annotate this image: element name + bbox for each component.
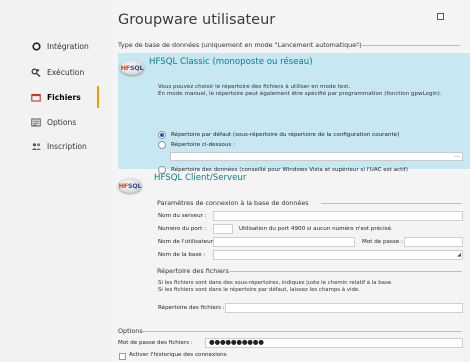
password-label: Mot de passe : — [362, 239, 403, 245]
hfsql-client-server-title[interactable]: HFSQL Client/Serveur — [154, 173, 246, 183]
files-password-label: Mot de passe des fichiers : — [118, 340, 193, 346]
files-directory-input[interactable] — [225, 303, 463, 313]
page-title: Groupware utilisateur — [118, 12, 276, 28]
files-help-text: Si les fichiers sont dans des sous-réper… — [158, 280, 393, 293]
sidebar-item-label: Intégration — [47, 41, 89, 51]
port-label: Numéro du port : — [158, 226, 207, 232]
db-type-label: Type de base de données (uniquement en m… — [118, 41, 362, 49]
gear-run-icon — [30, 67, 42, 77]
connection-params-header: Paramètres de connexion à la base de don… — [157, 199, 309, 207]
user-name-label: Nom de l'utilisateur : — [158, 239, 217, 245]
connection-params-divider — [321, 203, 462, 204]
server-name-input[interactable] — [213, 211, 463, 221]
sidebar-item-options[interactable]: Options — [30, 114, 76, 130]
sidebar-item-inscription[interactable]: Inscription — [30, 138, 87, 154]
options-icon — [30, 118, 42, 127]
database-name-label: Nom de la base : — [158, 252, 206, 258]
radio-custom-directory[interactable]: Répertoire ci-dessous : — [158, 141, 235, 149]
hfsql-classic-panel: HF SQL HFSQL Classic (monoposte ou réseau… — [118, 53, 470, 174]
options-header: Options — [118, 327, 143, 335]
files-password-input[interactable]: ●●●●●●●●●● — [205, 338, 463, 348]
files-directory-label: Répertoire des fichiers : — [158, 305, 225, 311]
directory-path-input[interactable]: ... — [170, 152, 463, 161]
history-checkbox[interactable] — [119, 353, 126, 360]
sidebar-item-label: Options — [47, 117, 77, 127]
radio-button[interactable] — [158, 141, 166, 149]
options-divider — [142, 331, 462, 332]
close-button[interactable] — [437, 13, 444, 20]
radio-default-directory[interactable]: Répertoire par défaut (sous-répertoire d… — [158, 131, 399, 139]
database-name-combo[interactable]: ◢ — [213, 250, 463, 260]
user-name-input[interactable] — [213, 237, 355, 247]
sidebar-item-fichiers[interactable]: Fichiers — [30, 89, 81, 105]
radio-button[interactable] — [158, 131, 166, 139]
sidebar-item-label: Inscription — [47, 141, 87, 151]
active-indicator — [97, 86, 99, 108]
files-directory-header: Répertoire des fichiers — [157, 267, 229, 275]
sidebar-item-integration[interactable]: Intégration — [30, 38, 89, 54]
main-panel: Groupware utilisateur Type de base de do… — [108, 0, 470, 362]
files-directory-divider — [230, 271, 462, 272]
password-input[interactable] — [404, 237, 463, 247]
server-name-label: Nom du serveur : — [158, 213, 207, 219]
hfsql-logo-icon: HF SQL — [120, 60, 144, 75]
classic-description: Vous pouvez choisir le répertoire des fi… — [158, 84, 442, 98]
sidebar-item-execution[interactable]: Exécution — [30, 64, 84, 80]
people-icon — [30, 142, 42, 151]
hfsql-cs-logo-icon: HF SQL — [118, 178, 142, 193]
sidebar: Intégration Exécution Fichiers Options I… — [0, 0, 108, 362]
hfsql-classic-title[interactable]: HFSQL Classic (monoposte ou réseau) — [149, 57, 313, 67]
port-hint: Utilisation du port 4900 si aucun numéro… — [239, 226, 393, 232]
port-input[interactable] — [213, 224, 233, 234]
circle-outline-icon — [30, 41, 42, 51]
history-label: Activer l'historique des connexions — [129, 352, 227, 358]
sidebar-item-label: Exécution — [47, 67, 85, 77]
db-type-divider — [356, 45, 460, 46]
dropdown-icon[interactable]: ◢ — [457, 252, 461, 258]
browse-button[interactable]: ... — [454, 152, 460, 159]
sidebar-item-label: Fichiers — [47, 92, 81, 102]
folder-icon — [30, 93, 42, 102]
